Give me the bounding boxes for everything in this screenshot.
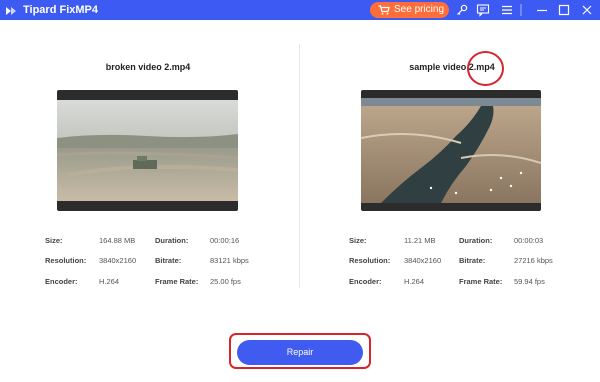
duration-label: Duration: bbox=[459, 236, 493, 245]
encoder-value: H.264 bbox=[404, 277, 425, 286]
broken-video-title: broken video 2.mp4 bbox=[105, 62, 191, 72]
encoder-label: Encoder: bbox=[349, 277, 382, 286]
sample-video-thumbnail bbox=[361, 98, 541, 203]
resolution-value: 3840x2160 bbox=[99, 256, 137, 265]
frame-rate-label: Frame Rate: bbox=[459, 277, 503, 286]
maximize-icon[interactable] bbox=[557, 3, 571, 17]
repair-button[interactable]: Repair bbox=[237, 340, 363, 365]
sample-video-title: sample video 2.mp4 bbox=[409, 62, 495, 72]
size-value: 164.88 MB bbox=[99, 236, 136, 245]
resolution-label: Resolution: bbox=[45, 256, 87, 265]
see-pricing-label: See pricing bbox=[394, 4, 445, 15]
encoder-value: H.264 bbox=[99, 277, 120, 286]
bitrate-label: Bitrate: bbox=[155, 256, 182, 265]
close-icon[interactable] bbox=[580, 3, 594, 17]
duration-value: 00:00:03 bbox=[514, 236, 544, 245]
panel-divider bbox=[299, 44, 300, 288]
filename-highlight-circle bbox=[467, 51, 504, 86]
frame-rate-value: 25.00 fps bbox=[210, 277, 241, 286]
size-label: Size: bbox=[349, 236, 367, 245]
resolution-value: 3840x2160 bbox=[404, 256, 442, 265]
key-icon[interactable] bbox=[455, 3, 469, 17]
menu-icon[interactable] bbox=[500, 3, 514, 17]
duration-label: Duration: bbox=[155, 236, 189, 245]
frame-rate-value: 59.94 fps bbox=[514, 277, 545, 286]
resolution-label: Resolution: bbox=[349, 256, 391, 265]
bitrate-value: 83121 kbps bbox=[210, 256, 249, 265]
title-bar: Tipard FixMP4 See pricing bbox=[0, 0, 600, 20]
duration-value: 00:00:16 bbox=[210, 236, 240, 245]
bitrate-value: 27216 kbps bbox=[514, 256, 553, 265]
bitrate-label: Bitrate: bbox=[459, 256, 486, 265]
encoder-label: Encoder: bbox=[45, 277, 78, 286]
app-title: Tipard FixMP4 bbox=[23, 4, 98, 16]
sample-video-preview[interactable] bbox=[361, 90, 541, 211]
app-logo-icon bbox=[5, 4, 19, 16]
minimize-icon[interactable] bbox=[535, 3, 549, 17]
titlebar-separator bbox=[520, 3, 522, 17]
frame-rate-label: Frame Rate: bbox=[155, 277, 199, 286]
size-value: 11.21 MB bbox=[404, 236, 436, 245]
chat-icon[interactable] bbox=[476, 3, 490, 17]
see-pricing-button[interactable]: See pricing bbox=[370, 2, 449, 18]
broken-video-preview[interactable] bbox=[57, 90, 238, 211]
broken-video-thumbnail bbox=[57, 100, 238, 201]
cart-icon bbox=[378, 5, 390, 15]
size-label: Size: bbox=[45, 236, 63, 245]
